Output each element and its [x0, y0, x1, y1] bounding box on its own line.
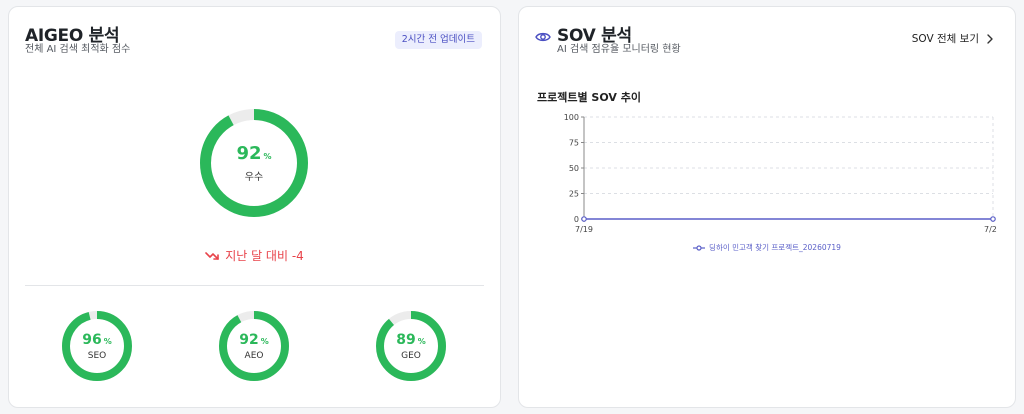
- overall-unit: %: [263, 152, 272, 161]
- aeo-unit: %: [260, 336, 269, 346]
- eye-icon: [535, 32, 551, 42]
- x-tick-label: 7/28: [984, 225, 997, 234]
- seo-label: SEO: [87, 350, 107, 361]
- aigeo-card: AIGEO 분석 전체 AI 검색 최적화 점수 2시간 전 업데이트 92 %…: [8, 6, 501, 408]
- aeo-score-ring: 92 % AEO: [218, 310, 290, 382]
- trend-indicator: 지난 달 대비 -4: [9, 247, 500, 264]
- seo-unit: %: [103, 336, 112, 346]
- aeo-ring-center: 92 % AEO: [218, 310, 290, 382]
- trend-text: 지난 달 대비 -4: [225, 249, 304, 263]
- y-tick-label: 50: [569, 164, 579, 173]
- sov-card: SOV 분석 AI 검색 점유율 모니터링 현황 SOV 전체 보기 프로젝트별…: [518, 6, 1016, 408]
- aeo-label: AEO: [244, 350, 264, 361]
- geo-ring-center: 89 % GEO: [375, 310, 447, 382]
- aeo-score: 92: [239, 331, 259, 348]
- dashboard: AIGEO 분석 전체 AI 검색 최적화 점수 2시간 전 업데이트 92 %…: [0, 0, 1024, 414]
- overall-score: 92: [236, 143, 262, 164]
- data-point: [990, 216, 996, 222]
- geo-label: GEO: [401, 350, 421, 361]
- y-tick-label: 100: [564, 113, 579, 122]
- chart-legend: 딩하이 민고객 찾기 프로젝트_20260719: [519, 242, 1015, 253]
- overall-ring-center: 92 % 우수: [199, 108, 309, 218]
- legend-line-marker-icon: [693, 244, 706, 251]
- chart-title: 프로젝트별 SOV 추이: [537, 91, 641, 104]
- y-tick-label: 25: [569, 190, 579, 199]
- sov-view-all-label: SOV 전체 보기: [911, 33, 979, 45]
- overall-grade: 우수: [244, 172, 264, 183]
- legend-series-name: 딩하이 민고객 찾기 프로젝트_20260719: [709, 243, 841, 252]
- divider: [25, 285, 484, 286]
- sov-line-chart: 0 25 50 75 100 7/19 7/28: [564, 113, 997, 234]
- sov-subtitle: AI 검색 점유율 모니터링 현황: [557, 44, 681, 55]
- trend-down-icon: [205, 251, 219, 260]
- x-tick-label: 7/19: [575, 225, 593, 234]
- geo-score: 89: [396, 331, 416, 348]
- chevron-right-icon: [987, 33, 993, 44]
- aigeo-subtitle: 전체 AI 검색 최적화 점수: [25, 44, 131, 55]
- y-tick-label: 75: [569, 139, 579, 148]
- geo-score-ring: 89 % GEO: [375, 310, 447, 382]
- sov-view-all-link[interactable]: SOV 전체 보기: [912, 31, 993, 46]
- geo-unit: %: [417, 336, 426, 346]
- overall-score-ring: 92 % 우수: [199, 108, 309, 218]
- seo-score: 96: [82, 331, 102, 348]
- data-point: [581, 216, 587, 222]
- y-tick-label: 0: [574, 215, 579, 224]
- seo-ring-center: 96 % SEO: [61, 310, 133, 382]
- seo-score-ring: 96 % SEO: [61, 310, 133, 382]
- updated-badge: 2시간 전 업데이트: [394, 31, 482, 49]
